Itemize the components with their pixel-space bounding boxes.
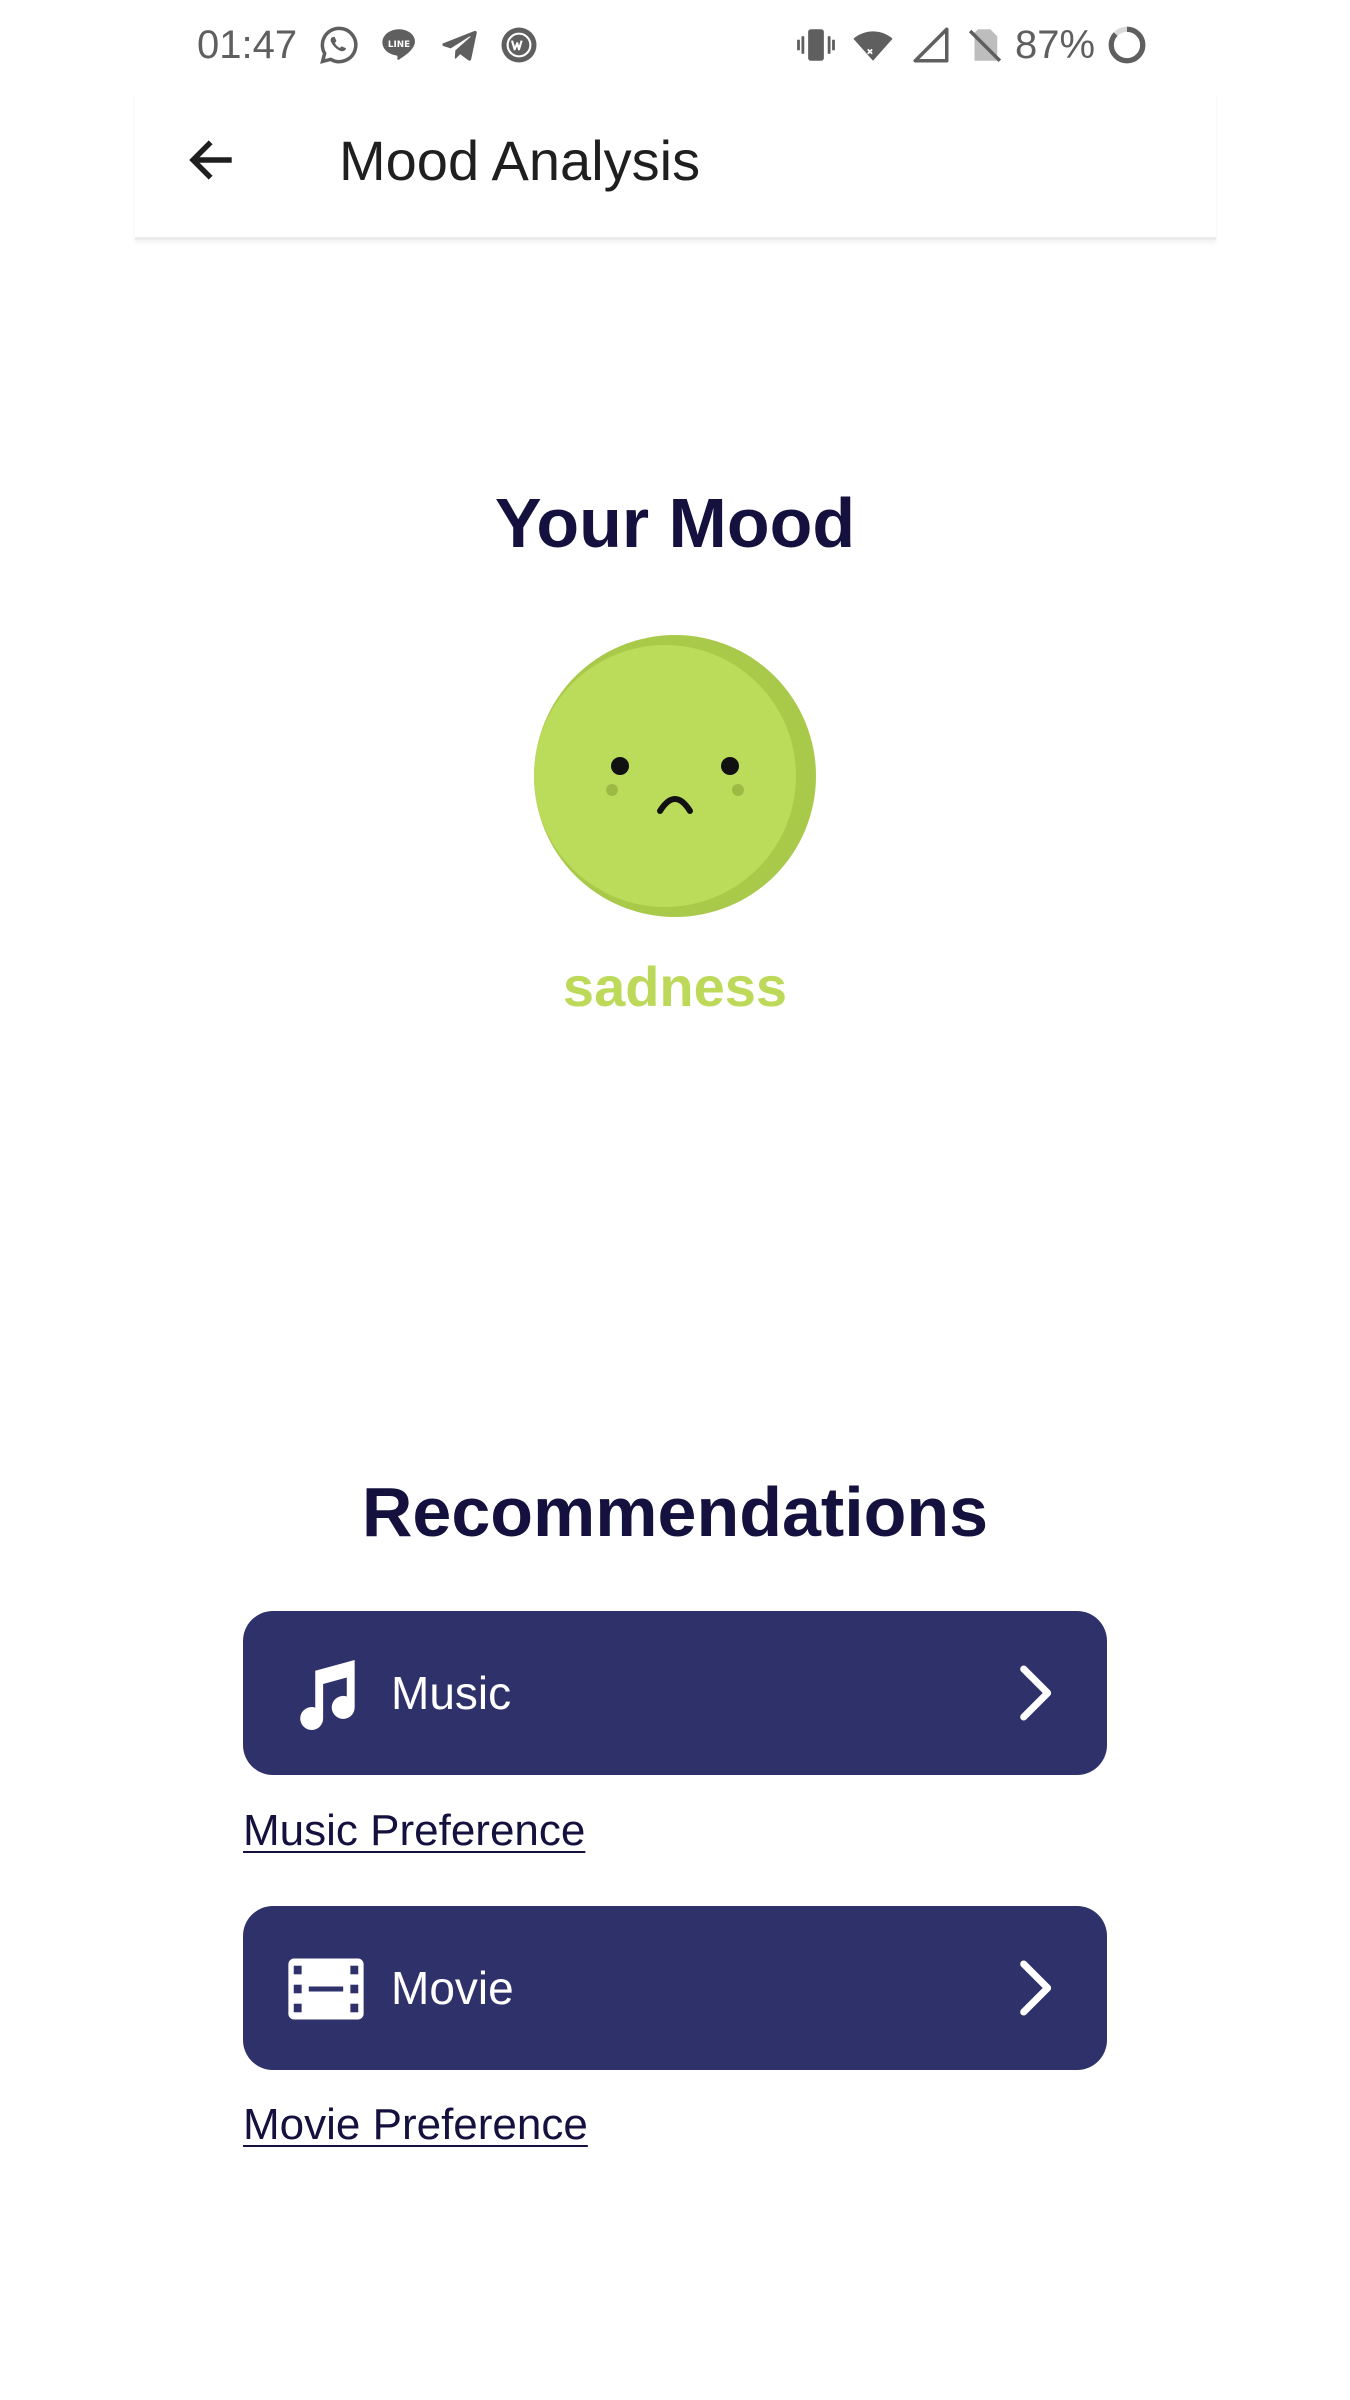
music-preference-link[interactable]: Music Preference (243, 1803, 585, 1859)
telegram-icon (442, 30, 477, 61)
whatsapp-icon (320, 26, 358, 64)
chevron-right-icon (1020, 1665, 1052, 1721)
no-sim-icon (968, 29, 1002, 62)
status-time: 01:47 (197, 23, 298, 67)
app-bar: Mood Analysis (135, 92, 1216, 240)
status-bar: 01:47 LINE 87% (0, 0, 1350, 92)
movie-button-label: Movie (391, 1962, 514, 2014)
wifi-icon (853, 31, 893, 61)
music-button-label: Music (391, 1667, 512, 1719)
chevron-right-icon (1020, 1960, 1052, 2016)
webtoon-icon (501, 27, 537, 63)
back-button[interactable] (175, 124, 247, 196)
signal-icon (913, 27, 949, 63)
music-note-icon (300, 1659, 355, 1730)
mood-heading: Your Mood (494, 484, 856, 562)
movie-button[interactable]: Movie (243, 1906, 1107, 2070)
svg-text:LINE: LINE (388, 40, 410, 50)
film-icon (288, 1958, 364, 2020)
vibrate-icon (797, 29, 835, 61)
line-icon: LINE (382, 29, 415, 60)
sad-face-icon (534, 635, 816, 917)
page-title: Mood Analysis (339, 129, 701, 192)
movie-preference-link[interactable]: Movie Preference (243, 2097, 588, 2153)
mood-label: sadness (562, 955, 788, 1018)
battery-percentage: 87% (1015, 23, 1096, 67)
mood-analysis-screen: 01:47 LINE 87% Mood Analysis Your Mood s… (0, 0, 1350, 2400)
music-button[interactable]: Music (243, 1611, 1107, 1775)
recommendations-heading: Recommendations (361, 1473, 989, 1551)
battery-ring-icon (1108, 26, 1146, 64)
arrow-left-icon (189, 140, 232, 180)
